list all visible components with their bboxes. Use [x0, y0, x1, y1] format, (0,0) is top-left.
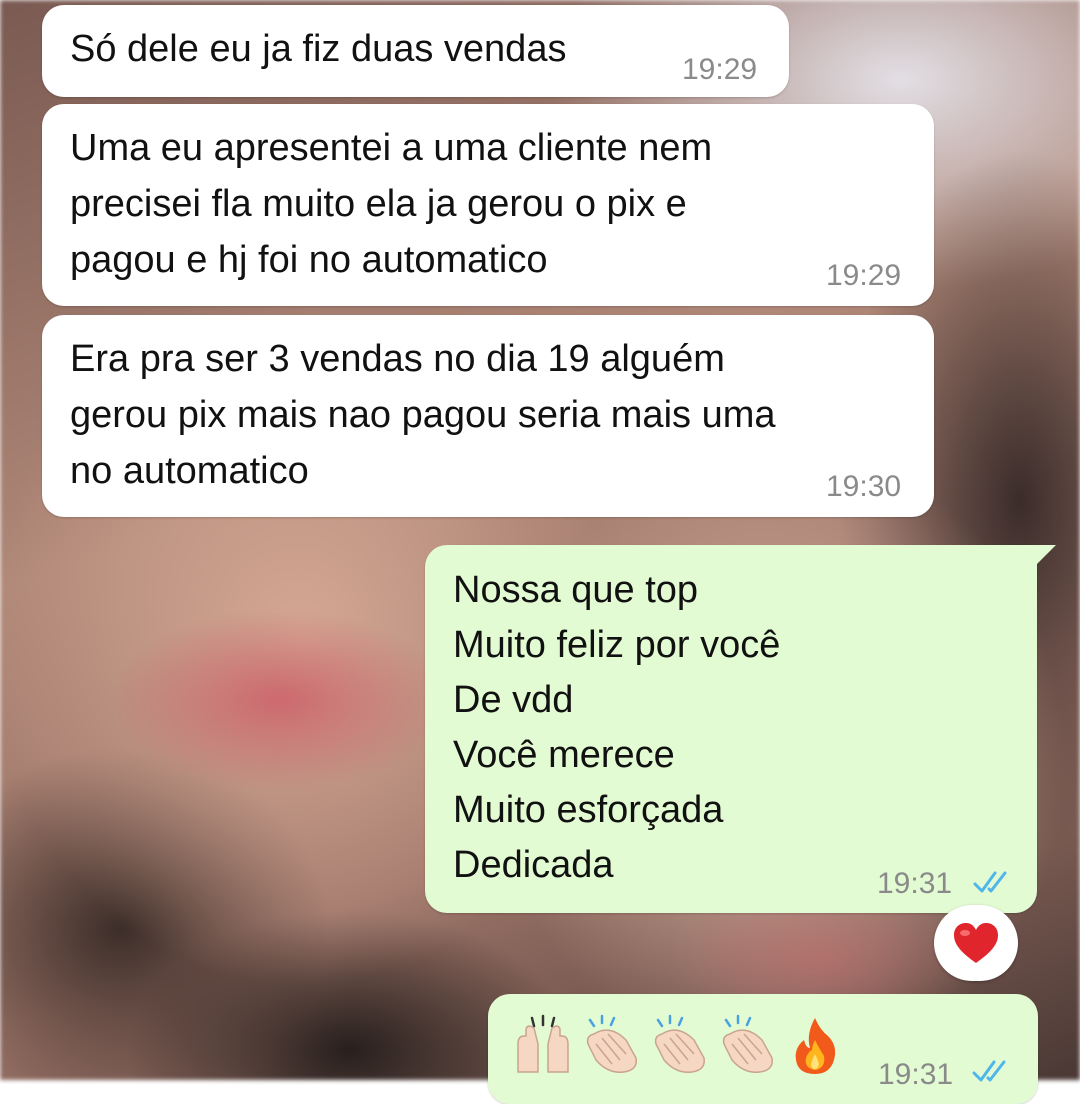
emoji-sequence — [512, 1014, 846, 1076]
message-text: Uma eu apresentei a uma cliente nem prec… — [70, 127, 713, 281]
incoming-message-bubble[interactable]: Só dele eu ja fiz duas vendas 19:29 — [42, 5, 789, 97]
red-heart-icon — [954, 923, 998, 963]
outgoing-message-bubble[interactable]: Nossa que top Muito feliz por você De vd… — [425, 545, 1037, 913]
message-timestamp: 19:29 — [682, 53, 758, 86]
bubble-tail — [1030, 545, 1056, 571]
clapping-hands-icon — [716, 1014, 778, 1076]
read-receipt-icon — [973, 871, 1007, 893]
fire-icon — [784, 1014, 846, 1076]
read-receipt-icon — [972, 1060, 1006, 1082]
message-timestamp: 19:31 — [877, 867, 953, 900]
message-text: Só dele eu ja fiz duas vendas — [70, 28, 567, 70]
message-reaction[interactable] — [934, 905, 1018, 981]
message-timestamp: 19:31 — [878, 1058, 954, 1091]
message-text: Nossa que top Muito feliz por você De vd… — [453, 569, 781, 886]
message-text: Era pra ser 3 vendas no dia 19 alguém ge… — [70, 338, 776, 492]
message-timestamp: 19:29 — [826, 259, 902, 292]
clapping-hands-icon — [648, 1014, 710, 1076]
message-timestamp: 19:30 — [826, 470, 902, 503]
raising-hands-icon — [512, 1014, 574, 1076]
incoming-message-bubble[interactable]: Uma eu apresentei a uma cliente nem prec… — [42, 104, 934, 306]
clapping-hands-icon — [580, 1014, 642, 1076]
incoming-message-bubble[interactable]: Era pra ser 3 vendas no dia 19 alguém ge… — [42, 315, 934, 517]
